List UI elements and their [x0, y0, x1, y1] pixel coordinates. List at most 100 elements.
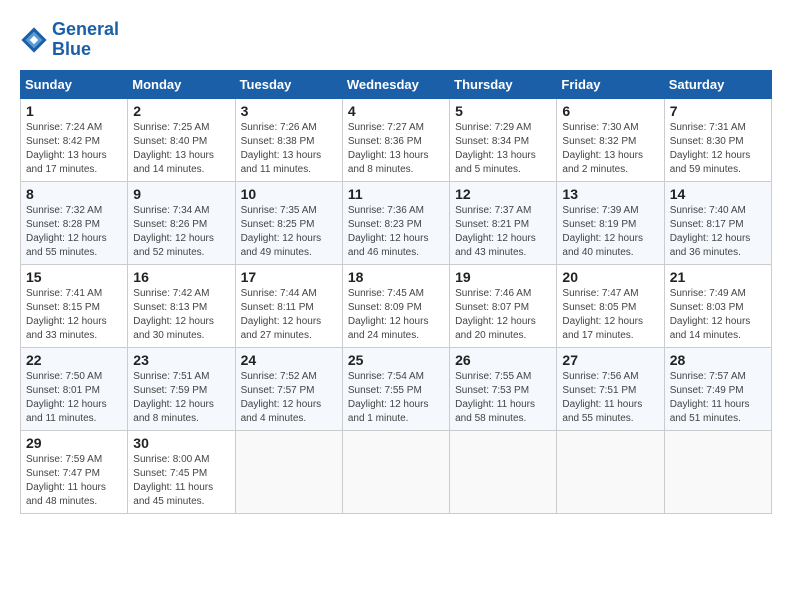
- cell-info: Sunrise: 7:39 AM Sunset: 8:19 PM Dayligh…: [562, 204, 658, 260]
- cell-info: Sunrise: 7:51 AM Sunset: 7:59 PM Dayligh…: [133, 370, 229, 426]
- calendar-table: SundayMondayTuesdayWednesdayThursdayFrid…: [20, 70, 772, 514]
- cell-info: Sunrise: 7:31 AM Sunset: 8:30 PM Dayligh…: [670, 121, 766, 177]
- calendar-cell: [450, 430, 557, 513]
- cell-info: Sunrise: 7:46 AM Sunset: 8:07 PM Dayligh…: [455, 287, 551, 343]
- day-number: 19: [455, 269, 551, 285]
- day-number: 23: [133, 352, 229, 368]
- weekday-header-monday: Monday: [128, 70, 235, 98]
- cell-info: Sunrise: 7:25 AM Sunset: 8:40 PM Dayligh…: [133, 121, 229, 177]
- weekday-header-friday: Friday: [557, 70, 664, 98]
- calendar-cell: 16 Sunrise: 7:42 AM Sunset: 8:13 PM Dayli…: [128, 264, 235, 347]
- logo-icon: [20, 26, 48, 54]
- day-number: 5: [455, 103, 551, 119]
- calendar-week-5: 29 Sunrise: 7:59 AM Sunset: 7:47 PM Dayli…: [21, 430, 772, 513]
- calendar-cell: [342, 430, 449, 513]
- day-number: 22: [26, 352, 122, 368]
- cell-info: Sunrise: 7:24 AM Sunset: 8:42 PM Dayligh…: [26, 121, 122, 177]
- calendar-week-1: 1 Sunrise: 7:24 AM Sunset: 8:42 PM Daylig…: [21, 98, 772, 181]
- calendar-cell: 26 Sunrise: 7:55 AM Sunset: 7:53 PM Dayli…: [450, 347, 557, 430]
- cell-info: Sunrise: 7:56 AM Sunset: 7:51 PM Dayligh…: [562, 370, 658, 426]
- cell-info: Sunrise: 7:59 AM Sunset: 7:47 PM Dayligh…: [26, 453, 122, 509]
- day-number: 10: [241, 186, 337, 202]
- calendar-cell: [664, 430, 771, 513]
- calendar-cell: 6Sunrise: 7:30 AM Sunset: 8:32 PM Daylig…: [557, 98, 664, 181]
- day-number: 21: [670, 269, 766, 285]
- cell-info: Sunrise: 7:50 AM Sunset: 8:01 PM Dayligh…: [26, 370, 122, 426]
- day-number: 3: [241, 103, 337, 119]
- calendar-cell: 29 Sunrise: 7:59 AM Sunset: 7:47 PM Dayli…: [21, 430, 128, 513]
- cell-info: Sunrise: 7:29 AM Sunset: 8:34 PM Dayligh…: [455, 121, 551, 177]
- day-number: 9: [133, 186, 229, 202]
- cell-info: Sunrise: 7:35 AM Sunset: 8:25 PM Dayligh…: [241, 204, 337, 260]
- calendar-cell: 18 Sunrise: 7:45 AM Sunset: 8:09 PM Dayli…: [342, 264, 449, 347]
- calendar-cell: 7 Sunrise: 7:31 AM Sunset: 8:30 PM Daylig…: [664, 98, 771, 181]
- cell-info: Sunrise: 7:30 AM Sunset: 8:32 PM Dayligh…: [562, 121, 658, 177]
- cell-info: Sunrise: 7:52 AM Sunset: 7:57 PM Dayligh…: [241, 370, 337, 426]
- day-number: 1: [26, 103, 122, 119]
- cell-info: Sunrise: 7:26 AM Sunset: 8:38 PM Dayligh…: [241, 121, 337, 177]
- cell-info: Sunrise: 7:32 AM Sunset: 8:28 PM Dayligh…: [26, 204, 122, 260]
- calendar-cell: 24 Sunrise: 7:52 AM Sunset: 7:57 PM Dayli…: [235, 347, 342, 430]
- day-number: 15: [26, 269, 122, 285]
- calendar-cell: 21 Sunrise: 7:49 AM Sunset: 8:03 PM Dayli…: [664, 264, 771, 347]
- cell-info: Sunrise: 7:55 AM Sunset: 7:53 PM Dayligh…: [455, 370, 551, 426]
- weekday-header-thursday: Thursday: [450, 70, 557, 98]
- calendar-cell: 23 Sunrise: 7:51 AM Sunset: 7:59 PM Dayli…: [128, 347, 235, 430]
- day-number: 16: [133, 269, 229, 285]
- calendar-cell: 12 Sunrise: 7:37 AM Sunset: 8:21 PM Dayli…: [450, 181, 557, 264]
- calendar-cell: [235, 430, 342, 513]
- day-number: 2: [133, 103, 229, 119]
- logo-text: General Blue: [52, 20, 119, 60]
- weekday-header-wednesday: Wednesday: [342, 70, 449, 98]
- calendar-cell: 20 Sunrise: 7:47 AM Sunset: 8:05 PM Dayli…: [557, 264, 664, 347]
- day-number: 4: [348, 103, 444, 119]
- calendar-cell: 19 Sunrise: 7:46 AM Sunset: 8:07 PM Dayli…: [450, 264, 557, 347]
- day-number: 29: [26, 435, 122, 451]
- calendar-cell: 2 Sunrise: 7:25 AM Sunset: 8:40 PM Daylig…: [128, 98, 235, 181]
- calendar-cell: 11Sunrise: 7:36 AM Sunset: 8:23 PM Dayli…: [342, 181, 449, 264]
- cell-info: Sunrise: 7:47 AM Sunset: 8:05 PM Dayligh…: [562, 287, 658, 343]
- day-number: 14: [670, 186, 766, 202]
- calendar-week-2: 8 Sunrise: 7:32 AM Sunset: 8:28 PM Daylig…: [21, 181, 772, 264]
- calendar-cell: 10 Sunrise: 7:35 AM Sunset: 8:25 PM Dayli…: [235, 181, 342, 264]
- cell-info: Sunrise: 7:41 AM Sunset: 8:15 PM Dayligh…: [26, 287, 122, 343]
- day-number: 12: [455, 186, 551, 202]
- calendar-cell: 27 Sunrise: 7:56 AM Sunset: 7:51 PM Dayli…: [557, 347, 664, 430]
- cell-info: Sunrise: 7:49 AM Sunset: 8:03 PM Dayligh…: [670, 287, 766, 343]
- day-number: 13: [562, 186, 658, 202]
- calendar-cell: 28 Sunrise: 7:57 AM Sunset: 7:49 PM Dayli…: [664, 347, 771, 430]
- calendar-cell: [557, 430, 664, 513]
- calendar-cell: 3 Sunrise: 7:26 AM Sunset: 8:38 PM Daylig…: [235, 98, 342, 181]
- calendar-week-4: 22 Sunrise: 7:50 AM Sunset: 8:01 PM Dayli…: [21, 347, 772, 430]
- calendar-cell: 4 Sunrise: 7:27 AM Sunset: 8:36 PM Daylig…: [342, 98, 449, 181]
- cell-info: Sunrise: 7:40 AM Sunset: 8:17 PM Dayligh…: [670, 204, 766, 260]
- page-header: General Blue: [20, 20, 772, 60]
- day-number: 17: [241, 269, 337, 285]
- cell-info: Sunrise: 8:00 AM Sunset: 7:45 PM Dayligh…: [133, 453, 229, 509]
- calendar-cell: 1 Sunrise: 7:24 AM Sunset: 8:42 PM Daylig…: [21, 98, 128, 181]
- day-number: 7: [670, 103, 766, 119]
- cell-info: Sunrise: 7:44 AM Sunset: 8:11 PM Dayligh…: [241, 287, 337, 343]
- cell-info: Sunrise: 7:57 AM Sunset: 7:49 PM Dayligh…: [670, 370, 766, 426]
- day-number: 24: [241, 352, 337, 368]
- calendar-week-3: 15 Sunrise: 7:41 AM Sunset: 8:15 PM Dayli…: [21, 264, 772, 347]
- cell-info: Sunrise: 7:27 AM Sunset: 8:36 PM Dayligh…: [348, 121, 444, 177]
- day-number: 18: [348, 269, 444, 285]
- day-number: 27: [562, 352, 658, 368]
- day-number: 8: [26, 186, 122, 202]
- calendar-cell: 5 Sunrise: 7:29 AM Sunset: 8:34 PM Daylig…: [450, 98, 557, 181]
- calendar-cell: 13 Sunrise: 7:39 AM Sunset: 8:19 PM Dayli…: [557, 181, 664, 264]
- cell-info: Sunrise: 7:54 AM Sunset: 7:55 PM Dayligh…: [348, 370, 444, 426]
- day-number: 26: [455, 352, 551, 368]
- cell-info: Sunrise: 7:45 AM Sunset: 8:09 PM Dayligh…: [348, 287, 444, 343]
- calendar-cell: 22 Sunrise: 7:50 AM Sunset: 8:01 PM Dayli…: [21, 347, 128, 430]
- day-number: 30: [133, 435, 229, 451]
- calendar-cell: 15 Sunrise: 7:41 AM Sunset: 8:15 PM Dayli…: [21, 264, 128, 347]
- day-number: 25: [348, 352, 444, 368]
- day-number: 20: [562, 269, 658, 285]
- day-number: 28: [670, 352, 766, 368]
- cell-info: Sunrise: 7:42 AM Sunset: 8:13 PM Dayligh…: [133, 287, 229, 343]
- cell-info: Sunrise: 7:37 AM Sunset: 8:21 PM Dayligh…: [455, 204, 551, 260]
- calendar-cell: 9Sunrise: 7:34 AM Sunset: 8:26 PM Daylig…: [128, 181, 235, 264]
- calendar-cell: 8 Sunrise: 7:32 AM Sunset: 8:28 PM Daylig…: [21, 181, 128, 264]
